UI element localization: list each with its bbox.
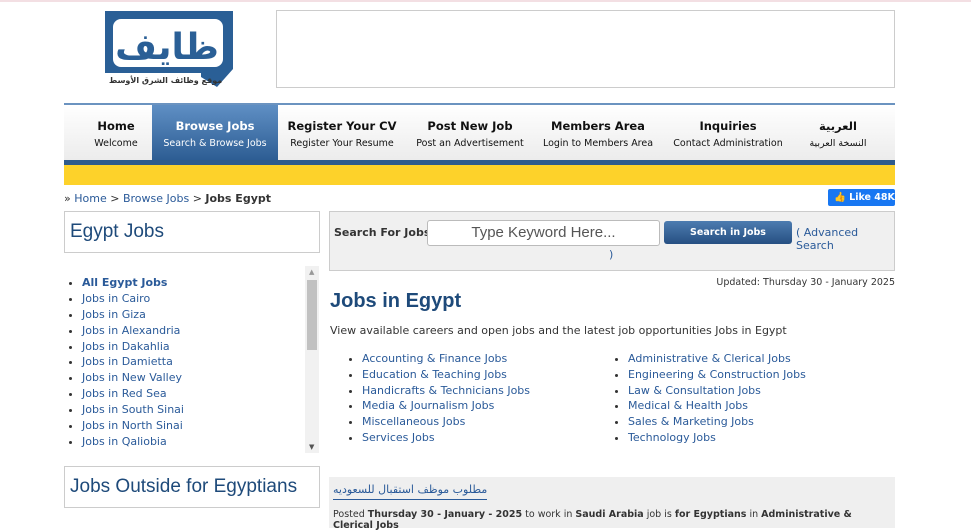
sidebar-title: Egypt Jobs (70, 221, 164, 242)
region-link[interactable]: Jobs in Giza (82, 308, 146, 321)
nav-title: Register Your CV (287, 119, 397, 133)
search-button[interactable]: Search in Jobs (664, 221, 792, 244)
region-link[interactable]: Jobs in South Sinai (82, 403, 184, 416)
scrollbar-thumb[interactable] (307, 280, 317, 350)
nav-arabic[interactable]: العربية النسخة العربية (798, 105, 878, 160)
search-input[interactable]: Type Keyword Here... (427, 220, 660, 246)
nav-title: العربية (819, 119, 857, 133)
nav-browse-jobs[interactable]: Browse Jobs Search & Browse Jobs (152, 105, 278, 160)
region-link[interactable]: Jobs in Damietta (82, 355, 173, 368)
category-link[interactable]: Services Jobs (362, 431, 435, 444)
thumbs-up-icon: 👍 (834, 192, 846, 203)
nav-register-cv[interactable]: Register Your CV Register Your Resume (282, 105, 402, 160)
category-link[interactable]: Medical & Health Jobs (628, 399, 748, 412)
nav-title: Browse Jobs (175, 119, 255, 133)
nav-sub: Welcome (94, 138, 138, 149)
yellow-bar (64, 165, 895, 185)
region-link[interactable]: Jobs in Alexandria (82, 324, 180, 337)
top-border (0, 0, 971, 2)
breadcrumb-current: Jobs Egypt (205, 192, 271, 205)
category-list-left: Accounting & Finance Jobs Education & Te… (362, 352, 530, 447)
category-link[interactable]: Engineering & Construction Jobs (628, 368, 806, 381)
breadcrumb: » Home > Browse Jobs > Jobs Egypt (64, 192, 271, 205)
list-scrollbar[interactable]: ▲ ▼ (305, 266, 319, 453)
ad-banner (276, 10, 895, 88)
main-nav: Home Welcome Browse Jobs Search & Browse J… (64, 103, 895, 165)
region-link[interactable]: Jobs in Qaliobia (82, 435, 167, 448)
post-date: Thursday 30 - January - 2025 (367, 509, 523, 520)
breadcrumb-sep: » (64, 192, 71, 205)
nav-home[interactable]: Home Welcome (80, 105, 152, 160)
facebook-like-button[interactable]: 👍 Like 48K (828, 189, 895, 206)
post-country: Saudi Arabia (575, 509, 644, 520)
category-link[interactable]: Technology Jobs (628, 431, 716, 444)
nav-sub: Post an Advertisement (416, 138, 524, 149)
like-label: Like 48K (849, 192, 895, 203)
category-link[interactable]: Education & Teaching Jobs (362, 368, 507, 381)
job-post-title[interactable]: مطلوب موظف استقبال للسعوديه (333, 483, 488, 500)
nav-sub: Contact Administration (673, 138, 783, 149)
scroll-down-icon[interactable]: ▼ (309, 443, 314, 451)
svg-text:موقع وظائف الشرق الأوسط: موقع وظائف الشرق الأوسط (109, 75, 222, 85)
category-link[interactable]: Handicrafts & Technicians Jobs (362, 384, 530, 397)
region-link[interactable]: Jobs in Dakahlia (82, 340, 170, 353)
job-post: مطلوب موظف استقبال للسعوديه Posted Thurs… (329, 477, 895, 531)
meta-text: job is (646, 509, 672, 520)
category-link[interactable]: Sales & Marketing Jobs (628, 415, 754, 428)
category-link[interactable]: Administrative & Clerical Jobs (628, 352, 791, 365)
region-link[interactable]: All Egypt Jobs (82, 276, 167, 289)
nav-title: Home (97, 119, 135, 133)
search-panel: Search For Jobs Type Keyword Here... Sea… (329, 211, 895, 271)
category-list-right: Administrative & Clerical Jobs Engineeri… (628, 352, 806, 447)
category-link[interactable]: Accounting & Finance Jobs (362, 352, 507, 365)
advanced-search-link[interactable]: ( Advanced Search (796, 226, 894, 252)
page-description: View available careers and open jobs and… (330, 324, 787, 337)
nav-title: Post New Job (427, 119, 513, 133)
scroll-up-icon[interactable]: ▲ (309, 268, 314, 276)
breadcrumb-sep: > (192, 192, 202, 205)
region-list: All Egypt Jobs Jobs in Cairo Jobs in Giz… (64, 266, 319, 453)
region-link[interactable]: Jobs in Red Sea (82, 387, 167, 400)
advanced-search-paren: ) (609, 248, 614, 261)
meta-text: in (749, 509, 759, 520)
logo-text: ظايف (115, 27, 219, 68)
updated-date: Updated: Thursday 30 - January 2025 (716, 277, 895, 288)
nav-members-area[interactable]: Members Area Login to Members Area (538, 105, 658, 160)
breadcrumb-sep: > (110, 192, 120, 205)
meta-text: Posted (333, 509, 365, 520)
category-link[interactable]: Law & Consultation Jobs (628, 384, 761, 397)
nav-sub: Login to Members Area (542, 138, 654, 149)
outside-jobs-box: Jobs Outside for Egyptians (64, 466, 320, 508)
nav-sub: Register Your Resume (290, 138, 394, 149)
nav-sub: النسخة العربية (809, 138, 867, 149)
search-label: Search For Jobs (334, 226, 431, 239)
outside-jobs-title: Jobs Outside for Egyptians (70, 476, 298, 497)
nav-sub: Search & Browse Jobs (163, 138, 267, 149)
region-link[interactable]: Jobs in North Sinai (82, 419, 183, 432)
category-link[interactable]: Miscellaneous Jobs (362, 415, 465, 428)
meta-text: to work in (525, 509, 573, 520)
breadcrumb-browse[interactable]: Browse Jobs (123, 192, 189, 205)
nav-post-job[interactable]: Post New Job Post an Advertisement (410, 105, 530, 160)
post-audience: for Egyptians (674, 509, 747, 520)
sidebar-title-box: Egypt Jobs (64, 211, 320, 253)
breadcrumb-home[interactable]: Home (74, 192, 106, 205)
region-link[interactable]: Jobs in New Valley (82, 371, 182, 384)
site-logo[interactable]: ظايف موقع وظائف الشرق الأوسط (105, 11, 233, 87)
nav-inquiries[interactable]: Inquiries Contact Administration (668, 105, 788, 160)
category-link[interactable]: Media & Journalism Jobs (362, 399, 494, 412)
nav-title: Members Area (551, 119, 645, 133)
nav-title: Inquiries (699, 119, 757, 133)
page-title: Jobs in Egypt (330, 290, 462, 312)
region-link[interactable]: Jobs in Cairo (82, 292, 150, 305)
